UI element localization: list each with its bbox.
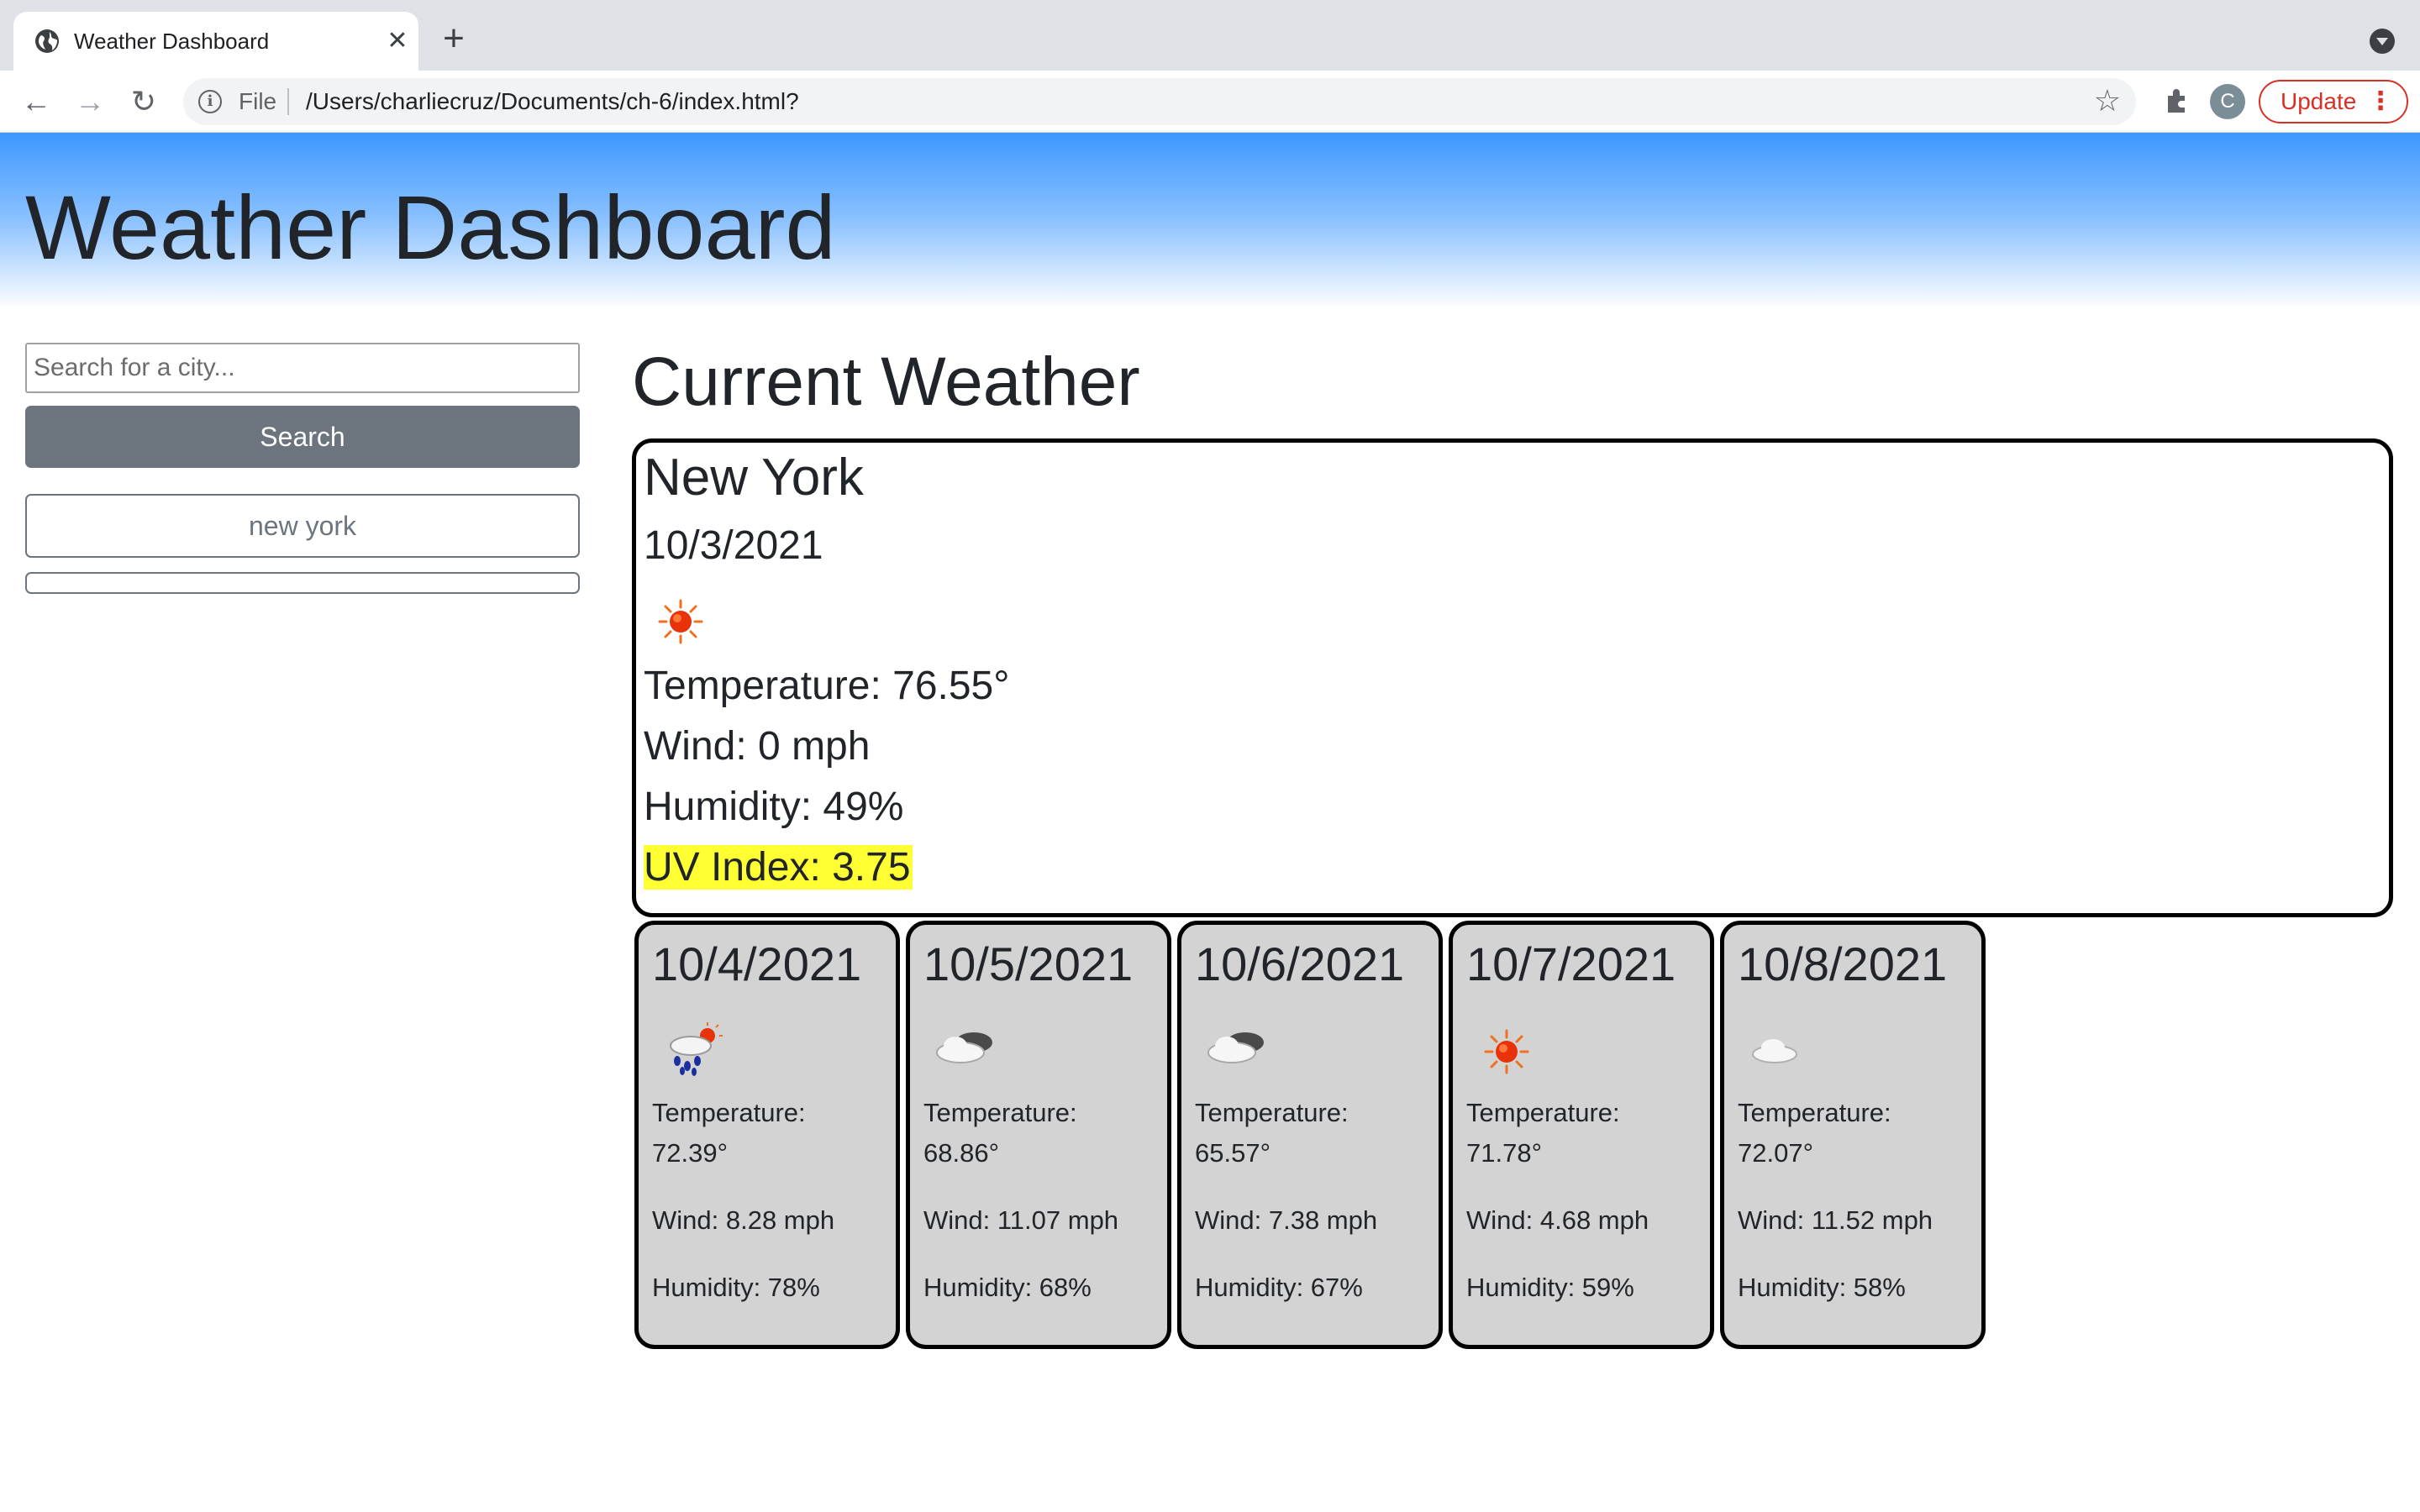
forecast-card: 10/5/2021 Temperature: 68.86° Wind: 11.0… xyxy=(906,921,1171,1349)
forecast-date: 10/6/2021 xyxy=(1195,937,1405,990)
reload-icon[interactable]: ↻ xyxy=(124,82,163,121)
forecast-wind: Wind: 7.38 mph xyxy=(1195,1205,1378,1235)
forecast-date: 10/8/2021 xyxy=(1738,937,1948,990)
forecast-card: 10/8/2021 Temperature: 72.07° Wind: 11.5… xyxy=(1720,921,1986,1349)
forecast-wind: Wind: 4.68 mph xyxy=(1466,1205,1649,1235)
globe-icon xyxy=(35,29,59,53)
forecast-date: 10/4/2021 xyxy=(652,937,862,990)
forecast-card: 10/4/2021 Temperature: 72.39° Wind: 8.28… xyxy=(634,921,900,1349)
forecast-temperature: 71.78° xyxy=(1466,1138,1542,1168)
cloudy-icon xyxy=(1207,1032,1264,1063)
forecast-wind: Wind: 11.52 mph xyxy=(1738,1205,1933,1235)
current-weather-heading: Current Weather xyxy=(632,344,1140,420)
history-button-new-york[interactable]: new york xyxy=(25,494,580,558)
current-date: 10/3/2021 xyxy=(644,523,823,568)
current-temperature: Temperature: 76.55° xyxy=(644,664,1010,708)
current-weather-card: New York 10/3/2021 Temperature: 76.55° W… xyxy=(632,438,2393,917)
address-bar[interactable]: i File /Users/charliecruz/Documents/ch-6… xyxy=(183,78,2136,125)
rain-sun-icon xyxy=(670,1022,723,1076)
forecast-wind: Wind: 11.07 mph xyxy=(923,1205,1119,1235)
forecast-humidity: Humidity: 68% xyxy=(923,1273,1092,1302)
forecast-temperature: 68.86° xyxy=(923,1138,999,1168)
forecast-temperature: 65.57° xyxy=(1195,1138,1270,1168)
forecast-card: 10/7/2021 Temperature: 71.78° Wind: 4.68… xyxy=(1449,921,1714,1349)
forecast-wind: Wind: 8.28 mph xyxy=(652,1205,835,1235)
tab-search-icon[interactable] xyxy=(2370,29,2395,54)
info-icon[interactable]: i xyxy=(198,90,222,113)
browser-tab[interactable]: Weather Dashboard ✕ xyxy=(13,12,418,71)
menu-dots-icon[interactable]: ⋮ xyxy=(2368,81,2393,122)
cloud-icon xyxy=(1752,1039,1797,1063)
url-scheme: File xyxy=(239,88,277,114)
forecast-humidity: Humidity: 59% xyxy=(1466,1273,1634,1302)
cloudy-icon xyxy=(936,1032,992,1063)
page-title: Weather Dashboard xyxy=(25,176,836,278)
forecast-temperature-label: Temperature: xyxy=(1466,1098,1620,1127)
forecast-humidity: Humidity: 78% xyxy=(652,1273,820,1302)
forecast-date: 10/5/2021 xyxy=(923,937,1134,990)
back-icon[interactable]: ← xyxy=(17,82,55,121)
forecast-card: 10/6/2021 Temperature: 65.57° Wind: 7.38… xyxy=(1177,921,1443,1349)
forecast-humidity: Humidity: 67% xyxy=(1195,1273,1363,1302)
update-button[interactable]: Update ⋮ xyxy=(2259,80,2408,123)
uv-index-badge: UV Index: 3.75 xyxy=(644,845,913,890)
bookmark-star-icon[interactable]: ☆ xyxy=(2094,83,2121,118)
sun-icon xyxy=(1484,1029,1529,1074)
forecast-temperature-label: Temperature: xyxy=(923,1098,1077,1127)
current-city: New York xyxy=(644,449,864,507)
forecast-temperature-label: Temperature: xyxy=(1738,1098,1891,1127)
history-button-empty[interactable] xyxy=(25,572,580,594)
update-label: Update xyxy=(2281,88,2357,114)
url-divider xyxy=(287,88,289,115)
current-wind: Wind: 0 mph xyxy=(644,724,871,769)
page-header: Weather Dashboard xyxy=(0,133,2420,309)
tab-title: Weather Dashboard xyxy=(74,29,270,54)
url-text[interactable]: /Users/charliecruz/Documents/ch-6/index.… xyxy=(306,88,799,115)
city-search-input[interactable] xyxy=(25,343,580,393)
profile-avatar[interactable]: C xyxy=(2210,84,2245,119)
forecast-temperature-label: Temperature: xyxy=(652,1098,806,1127)
forecast-temperature: 72.07° xyxy=(1738,1138,1813,1168)
uv-index-row: UV Index: 3.75 xyxy=(644,844,913,890)
sun-icon xyxy=(658,599,703,644)
extensions-puzzle-icon[interactable] xyxy=(2160,84,2193,118)
search-button[interactable]: Search xyxy=(25,406,580,468)
forecast-date: 10/7/2021 xyxy=(1466,937,1676,990)
forecast-temperature-label: Temperature: xyxy=(1195,1098,1349,1127)
browser-toolbar: ← → ↻ i File /Users/charliecruz/Document… xyxy=(0,71,2420,133)
forecast-temperature: 72.39° xyxy=(652,1138,728,1168)
new-tab-button[interactable]: + xyxy=(437,20,471,57)
browser-tab-strip: Weather Dashboard ✕ + xyxy=(0,0,2420,71)
forward-icon[interactable]: → xyxy=(71,82,109,121)
current-humidity: Humidity: 49% xyxy=(644,785,904,829)
forecast-humidity: Humidity: 58% xyxy=(1738,1273,1906,1302)
close-tab-icon[interactable]: ✕ xyxy=(383,27,412,55)
